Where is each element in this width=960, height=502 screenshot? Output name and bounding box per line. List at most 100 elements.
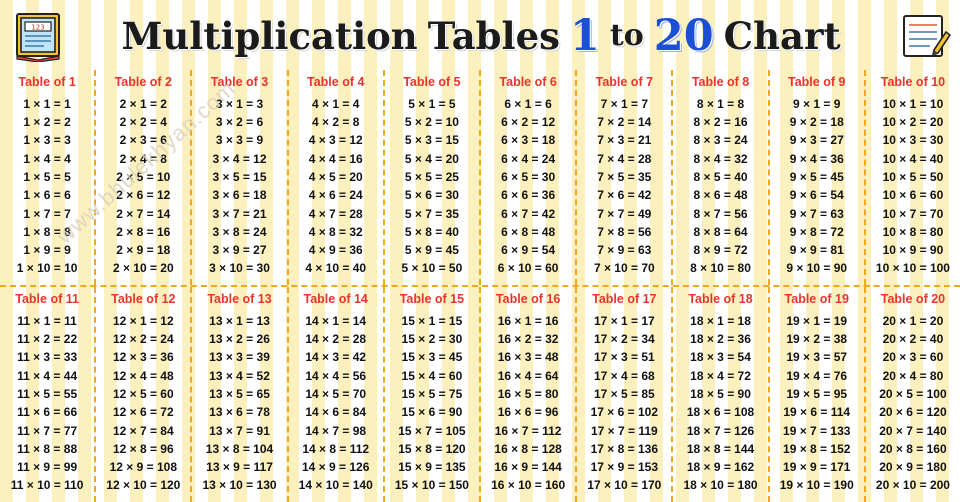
table-card-12: Table of 12 12 × 1 = 12 12 × 2 = 24 12 ×… (94, 287, 190, 502)
table-row: 20 × 9 = 180 (879, 460, 947, 475)
table-row: 7 × 4 = 28 (597, 151, 652, 166)
table-row: 3 × 2 = 6 (215, 115, 264, 130)
table-row: 1 × 4 = 4 (23, 151, 71, 166)
table-row: 9 × 7 = 63 (789, 206, 844, 221)
table-row: 2 × 4 = 8 (119, 151, 167, 166)
table-row: 9 × 9 = 81 (789, 243, 844, 258)
table-row: 18 × 8 = 144 (686, 441, 755, 456)
table-row: 9 × 5 = 45 (789, 169, 844, 184)
table-row: 8 × 3 = 24 (693, 133, 748, 148)
table-row: 13 × 5 = 65 (209, 386, 270, 401)
table-row: 15 × 3 = 45 (401, 350, 463, 365)
table-rows: 7 × 1 = 7 7 × 2 = 14 7 × 3 = 21 7 × 4 = … (577, 95, 671, 278)
table-heading: Table of 6 (499, 75, 557, 89)
table-rows: 17 × 1 = 17 17 × 2 = 34 17 × 3 = 51 17 ×… (577, 312, 671, 495)
table-row: 14 × 5 = 70 (305, 386, 367, 401)
table-rows: 1 × 1 = 1 1 × 2 = 2 1 × 3 = 3 1 × 4 = 4 … (0, 95, 94, 278)
table-row: 4 × 7 = 28 (308, 206, 363, 221)
table-row: 10 × 10 = 100 (875, 261, 950, 276)
table-rows: 14 × 1 = 14 14 × 2 = 28 14 × 3 = 42 14 ×… (289, 312, 383, 495)
table-rows: 8 × 1 = 8 8 × 2 = 16 8 × 3 = 24 8 × 4 = … (673, 95, 767, 278)
table-heading: Table of 19 (784, 292, 849, 306)
table-row: 17 × 2 = 34 (593, 332, 655, 347)
table-row: 3 × 3 = 9 (215, 133, 264, 148)
table-rows: 18 × 1 = 18 18 × 2 = 36 18 × 3 = 54 18 ×… (673, 312, 767, 495)
table-row: 2 × 6 = 12 (116, 188, 171, 203)
table-card-7: Table of 7 7 × 1 = 7 7 × 2 = 14 7 × 3 = … (575, 70, 671, 285)
table-row: 6 × 6 = 36 (501, 188, 556, 203)
table-row: 4 × 4 = 16 (308, 151, 363, 166)
table-row: 18 × 1 = 18 (690, 313, 751, 328)
title-word-tables: Tables (427, 13, 560, 58)
table-row: 11 × 5 = 55 (17, 386, 78, 401)
table-heading: Table of 17 (592, 292, 657, 306)
table-row: 12 × 2 = 24 (112, 332, 174, 347)
table-row: 9 × 1 = 9 (793, 96, 841, 111)
table-row: 13 × 2 = 26 (209, 332, 270, 347)
table-row: 14 × 4 = 56 (305, 368, 367, 383)
table-row: 15 × 7 = 105 (398, 423, 466, 438)
table-row: 17 × 6 = 102 (590, 405, 659, 420)
table-row: 9 × 6 = 54 (789, 188, 844, 203)
table-row: 3 × 1 = 3 (215, 96, 264, 111)
title-word-to: to (609, 18, 644, 53)
notepad-pencil-icon (903, 15, 952, 57)
table-row: 20 × 6 = 120 (879, 405, 947, 420)
table-row: 14 × 6 = 84 (305, 405, 367, 420)
table-row: 18 × 3 = 54 (690, 350, 751, 365)
table-heading: Table of 14 (303, 292, 368, 306)
page-title: Multiplication Tables 1 to 20 Chart (66, 8, 896, 64)
table-row: 18 × 6 = 108 (686, 405, 755, 420)
table-card-17: Table of 17 17 × 1 = 17 17 × 2 = 34 17 ×… (575, 287, 671, 502)
table-row: 8 × 4 = 32 (693, 151, 748, 166)
table-row: 16 × 3 = 48 (497, 350, 559, 365)
table-row: 19 × 9 = 171 (783, 460, 851, 475)
table-row: 5 × 1 = 5 (408, 96, 456, 111)
table-card-8: Table of 8 8 × 1 = 8 8 × 2 = 16 8 × 3 = … (671, 70, 767, 285)
table-rows: 9 × 1 = 9 9 × 2 = 18 9 × 3 = 27 9 × 4 = … (770, 95, 864, 278)
table-rows: 12 × 1 = 12 12 × 2 = 24 12 × 3 = 36 12 ×… (96, 312, 190, 495)
table-row: 8 × 10 = 80 (690, 261, 751, 276)
table-heading: Table of 16 (495, 292, 561, 306)
table-row: 17 × 1 = 17 (593, 313, 655, 328)
table-row: 10 × 7 = 70 (882, 206, 944, 221)
table-row: 16 × 10 = 160 (491, 478, 566, 493)
table-row: 15 × 8 = 120 (398, 441, 466, 456)
table-row: 12 × 5 = 60 (112, 386, 174, 401)
table-row: 7 × 6 = 42 (597, 188, 652, 203)
table-row: 12 × 7 = 84 (112, 423, 174, 438)
table-row: 9 × 8 = 72 (789, 224, 844, 239)
table-row: 10 × 3 = 30 (882, 133, 944, 148)
table-row: 2 × 9 = 18 (116, 243, 171, 258)
table-row: 4 × 6 = 24 (308, 188, 363, 203)
table-heading: Table of 8 (691, 75, 750, 89)
table-card-10: Table of 10 10 × 1 = 10 10 × 2 = 20 10 ×… (863, 70, 960, 285)
table-row: 3 × 8 = 24 (212, 224, 267, 239)
table-row: 5 × 7 = 35 (404, 206, 459, 221)
table-rows: 19 × 1 = 19 19 × 2 = 38 19 × 3 = 57 19 ×… (770, 312, 864, 495)
table-row: 10 × 5 = 50 (882, 169, 944, 184)
table-row: 1 × 7 = 7 (23, 206, 71, 221)
table-row: 15 × 9 = 135 (398, 460, 466, 475)
table-row: 8 × 5 = 40 (693, 169, 748, 184)
chart-page: 123 Multiplication Tables 1 to 20 Chart … (0, 0, 960, 502)
table-row: 19 × 6 = 114 (783, 405, 851, 420)
table-card-19: Table of 19 19 × 1 = 19 19 × 2 = 38 19 ×… (767, 287, 864, 502)
table-row: 6 × 1 = 6 (504, 96, 552, 111)
table-row: 17 × 8 = 136 (590, 441, 659, 456)
table-row: 13 × 4 = 52 (209, 368, 270, 383)
table-row: 15 × 2 = 30 (401, 332, 463, 347)
table-heading: Table of 20 (880, 292, 946, 306)
table-heading: Table of 10 (880, 75, 946, 89)
table-row: 4 × 9 = 36 (308, 243, 363, 258)
table-row: 12 × 3 = 36 (112, 350, 174, 365)
table-row: 17 × 9 = 153 (590, 460, 659, 475)
table-row: 10 × 9 = 90 (882, 243, 944, 258)
table-row: 13 × 10 = 130 (202, 478, 277, 493)
table-row: 12 × 8 = 96 (112, 441, 174, 456)
table-card-4: Table of 4 4 × 1 = 4 4 × 2 = 8 4 × 3 = 1… (286, 70, 383, 285)
table-row: 18 × 7 = 126 (686, 423, 755, 438)
table-row: 19 × 1 = 19 (786, 313, 848, 328)
table-row: 11 × 9 = 99 (17, 460, 78, 475)
table-rows: 2 × 1 = 2 2 × 2 = 4 2 × 3 = 6 2 × 4 = 8 … (96, 95, 190, 278)
